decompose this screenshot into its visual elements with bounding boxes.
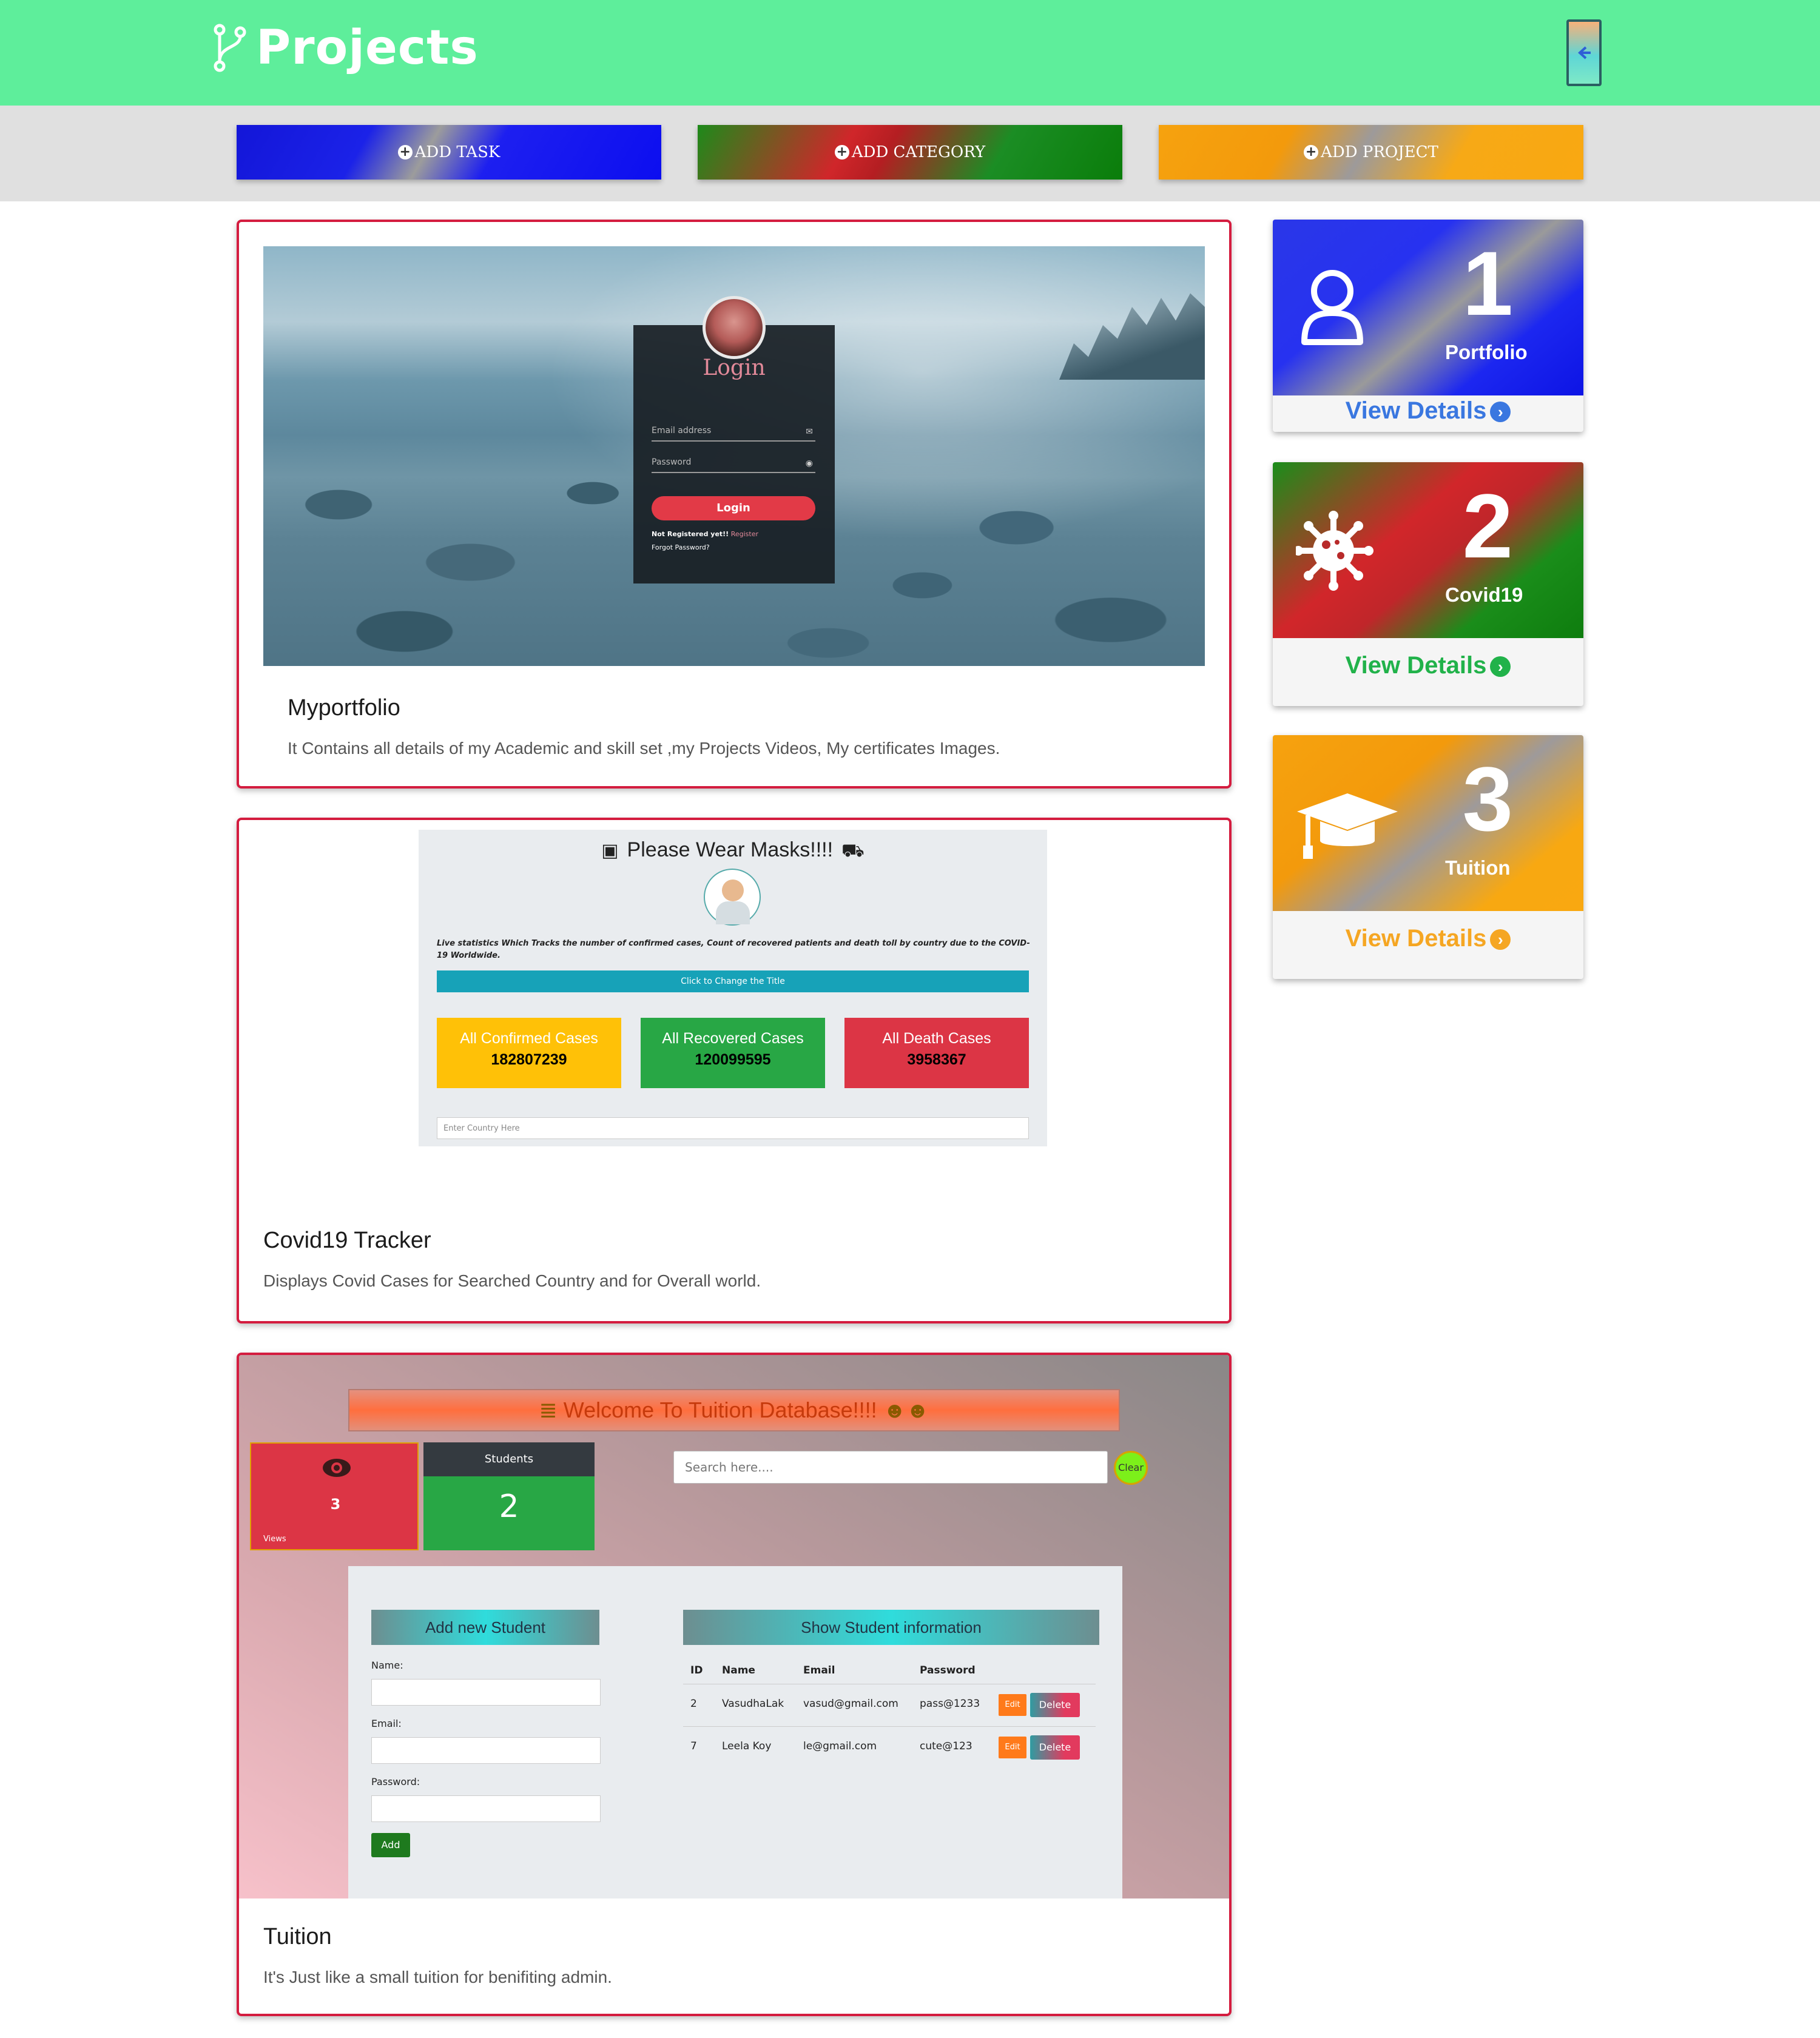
project-title: Covid19 Tracker (263, 1228, 431, 1253)
view-details-link-tuition[interactable]: View Details › (1273, 911, 1583, 966)
category-number: 2 (1462, 475, 1513, 577)
login-heading: Login (703, 355, 766, 380)
ambulance-icon: ⛟ (841, 841, 864, 861)
delete-button: Delete (1030, 1735, 1080, 1760)
eye-icon (323, 1459, 351, 1477)
recovered-cases-box: All Recovered Cases 120099595 (641, 1018, 825, 1088)
project-title: Myportfolio (288, 695, 400, 721)
category-card-portfolio: 1 Portfolio View Details › (1273, 220, 1583, 432)
add-student-heading: Add new Student (371, 1610, 599, 1645)
project-description: Displays Covid Cases for Searched Countr… (263, 1271, 761, 1290)
users-icon: ☻☻ (883, 1397, 929, 1422)
category-label: Portfolio (1445, 341, 1528, 363)
category-card-covid19: 2 Covid19 View Details › (1273, 462, 1583, 706)
category-number: 1 (1462, 232, 1513, 334)
action-bar: + ADD TASK + ADD CATEGORY + ADD PROJECT (0, 106, 1820, 201)
user-icon (1301, 270, 1363, 345)
project-description: It Contains all details of my Academic a… (288, 739, 1000, 758)
clear-button: Clear (1114, 1451, 1148, 1485)
project-card-tuition[interactable]: ≣ Welcome To Tuition Database!!!! ☻☻ 3 V… (237, 1353, 1232, 2016)
password-field (371, 1795, 601, 1822)
table-row: 2 VasudhaLak vasud@gmail.com pass@1233 E… (683, 1684, 1096, 1726)
project-preview-image: ≣ Welcome To Tuition Database!!!! ☻☻ 3 V… (239, 1355, 1229, 1898)
project-title: Tuition (263, 1924, 332, 1949)
show-student-heading: Show Student information (683, 1610, 1099, 1645)
plus-circle-icon: + (834, 145, 849, 160)
project-card-myportfolio[interactable]: Login Email address ✉ Password ◉ Login N… (237, 220, 1232, 789)
envelope-icon: ✉ (806, 427, 813, 437)
arrow-circle-right-icon: › (1490, 656, 1511, 678)
page-title: Projects (256, 21, 479, 75)
edit-button: Edit (999, 1737, 1026, 1758)
plus-circle-icon: + (397, 145, 413, 160)
country-input: Enter Country Here (437, 1117, 1029, 1139)
project-preview-image: Login Email address ✉ Password ◉ Login N… (263, 246, 1205, 666)
category-card-tuition: 3 Tuition View Details › (1273, 735, 1583, 979)
register-note: Not Registered yet!! Register (652, 530, 759, 538)
covid-heading: ▣ Please Wear Masks!!!! ⛟ (419, 838, 1047, 864)
graduation-cap-icon (1297, 793, 1398, 859)
view-details-link-covid19[interactable]: View Details › (1273, 638, 1583, 693)
arrow-circle-right-icon: › (1490, 929, 1511, 950)
view-details-link-portfolio[interactable]: View Details › (1273, 395, 1583, 426)
code-branch-icon (214, 24, 246, 72)
back-button[interactable] (1566, 19, 1602, 86)
virus-icon (1296, 511, 1373, 591)
add-task-button[interactable]: + ADD TASK (237, 125, 661, 180)
avatar (703, 296, 766, 359)
name-field (371, 1679, 601, 1706)
student-panel: Add new Student Name: Email: Password: A… (348, 1566, 1122, 1898)
plus-circle-icon: + (1304, 145, 1319, 160)
database-icon: ≣ (539, 1397, 558, 1422)
add-button: Add (371, 1833, 410, 1857)
forgot-password-note: Forgot Password? (652, 543, 710, 551)
add-category-button[interactable]: + ADD CATEGORY (698, 125, 1122, 180)
search-input: Search here.... (673, 1451, 1108, 1484)
students-card: Students 2 (423, 1442, 595, 1550)
welcome-banner: ≣ Welcome To Tuition Database!!!! ☻☻ (348, 1389, 1120, 1431)
login-button: Login (652, 496, 815, 520)
covid-description: Live statistics Which Tracks the number … (437, 939, 1030, 960)
email-field: Email address ✉ (652, 423, 815, 442)
category-number: 3 (1462, 748, 1513, 850)
delete-button: Delete (1030, 1693, 1080, 1717)
arrow-circle-right-icon: › (1490, 402, 1511, 423)
views-card: 3 Views (250, 1442, 419, 1550)
email-field (371, 1737, 601, 1764)
eye-icon: ◉ (805, 459, 813, 468)
project-preview-image: ▣ Please Wear Masks!!!! ⛟ Live statistics … (419, 830, 1047, 1146)
confirmed-cases-box: All Confirmed Cases 182807239 (437, 1018, 621, 1088)
project-description: It's Just like a small tuition for benif… (263, 1968, 612, 1986)
table-row: 7 Leela Koy le@gmail.com cute@123 Edit D… (683, 1726, 1096, 1769)
change-title-bar: Click to Change the Title (437, 970, 1029, 992)
category-label: Tuition (1445, 856, 1511, 879)
doctor-icon (704, 869, 761, 926)
add-project-button[interactable]: + ADD PROJECT (1159, 125, 1583, 180)
brand[interactable]: Projects (214, 21, 479, 75)
password-field: Password ◉ (652, 455, 815, 473)
project-card-covid19-tracker[interactable]: ▣ Please Wear Masks!!!! ⛟ Live statistics … (237, 818, 1232, 1323)
death-cases-box: All Death Cases 3958367 (844, 1018, 1029, 1088)
category-label: Covid19 (1445, 583, 1523, 606)
top-navbar: Projects (0, 0, 1820, 106)
hospital-icon: ▣ (601, 841, 619, 861)
arrow-left-icon (1578, 46, 1591, 59)
edit-button: Edit (999, 1694, 1026, 1716)
